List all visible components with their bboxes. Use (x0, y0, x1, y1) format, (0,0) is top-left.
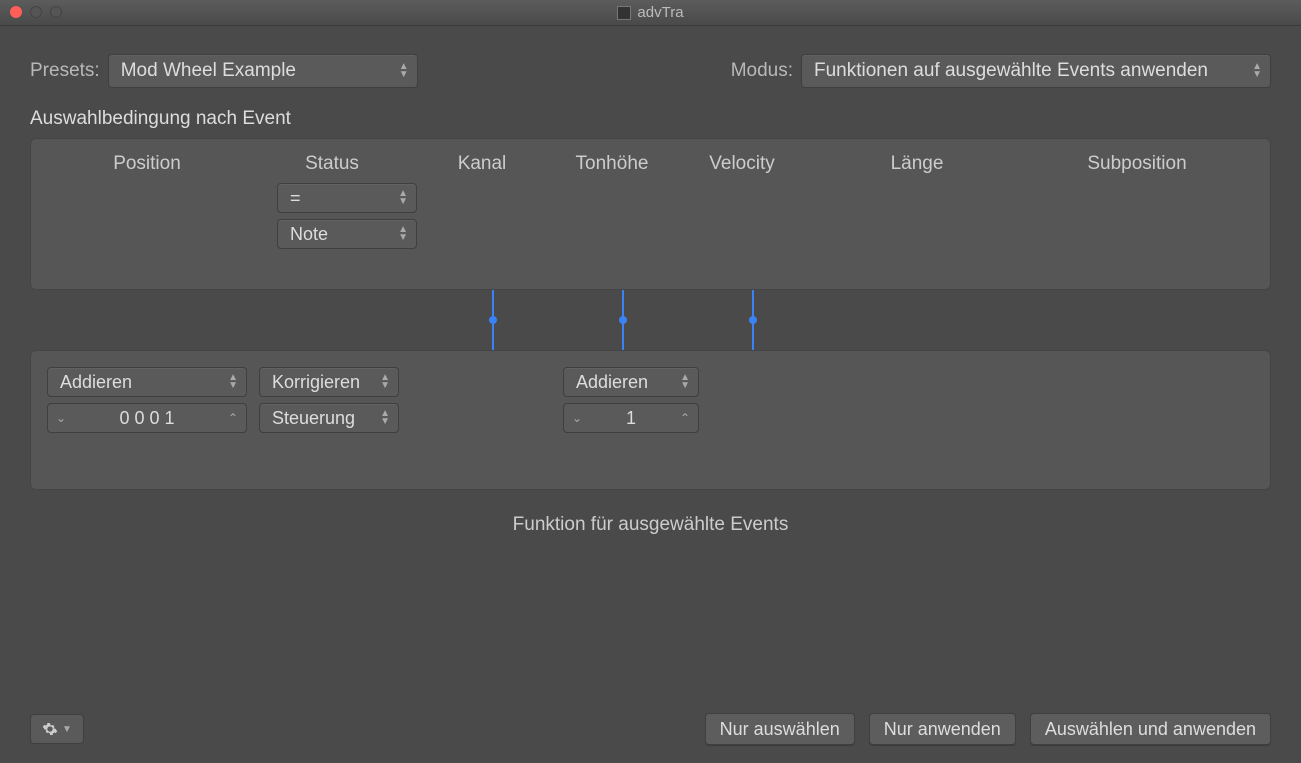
apply-only-button[interactable]: Nur anwenden (869, 713, 1016, 745)
connector-kanal[interactable] (492, 290, 494, 350)
header-velocity: Velocity (677, 153, 807, 175)
minimize-icon[interactable] (30, 6, 42, 18)
chevron-up-down-icon: ▲▼ (228, 374, 238, 390)
op3-value: Addieren (576, 372, 648, 393)
status-type-select[interactable]: Note ▲▼ (277, 219, 417, 249)
presets-select[interactable]: Mod Wheel Example ▲▼ (108, 54, 418, 88)
chevron-up-down-icon: ▲▼ (1252, 63, 1262, 79)
top-row: Presets: Mod Wheel Example ▲▼ Modus: Fun… (0, 26, 1301, 108)
op3-number: 1 (590, 408, 672, 429)
header-laenge: Länge (807, 153, 1027, 175)
chevron-up-down-icon: ▲▼ (680, 374, 690, 390)
header-kanal: Kanal (417, 153, 547, 175)
header-subposition: Subposition (1027, 153, 1247, 175)
operations-panel: Addieren ▲▼ ⌄ 0 0 0 1 ⌃ Korrigieren ▲▼ S… (30, 350, 1271, 490)
chevron-up-down-icon: ▲▼ (398, 190, 408, 206)
zoom-icon[interactable] (50, 6, 62, 18)
op1-value-field[interactable]: ⌄ 0 0 0 1 ⌃ (47, 403, 247, 433)
settings-menu-button[interactable]: ▼ (30, 714, 84, 744)
op2-value-select[interactable]: Steuerung ▲▼ (259, 403, 399, 433)
op1-number: 0 0 0 1 (74, 408, 220, 429)
select-and-apply-button[interactable]: Auswählen und anwenden (1030, 713, 1271, 745)
presets-label: Presets: (30, 60, 100, 82)
modus-value: Funktionen auf ausgewählte Events anwend… (814, 60, 1208, 82)
window-title: advTra (617, 4, 683, 21)
header-tonhoehe: Tonhöhe (547, 153, 677, 175)
op2-value: Korrigieren (272, 372, 360, 393)
condition-headers: Position Status Kanal Tonhöhe Velocity L… (47, 153, 1254, 175)
op2-select[interactable]: Korrigieren ▲▼ (259, 367, 399, 397)
increment-icon[interactable]: ⌃ (672, 411, 698, 425)
condition-section-label: Auswahlbedingung nach Event (0, 108, 1301, 130)
header-status: Status (247, 153, 417, 175)
footer: ▼ Nur auswählen Nur anwenden Auswählen u… (0, 713, 1301, 745)
presets-value: Mod Wheel Example (121, 60, 296, 82)
header-position: Position (47, 153, 247, 175)
op1-value: Addieren (60, 372, 132, 393)
connector-dot (749, 316, 757, 324)
app-icon (617, 6, 631, 20)
connectors (30, 290, 1271, 350)
op1-select[interactable]: Addieren ▲▼ (47, 367, 247, 397)
status-operator-select[interactable]: = ▲▼ (277, 183, 417, 213)
connector-velocity[interactable] (752, 290, 754, 350)
op3-select[interactable]: Addieren ▲▼ (563, 367, 699, 397)
chevron-up-down-icon: ▲▼ (380, 374, 390, 390)
gear-icon (42, 721, 58, 737)
select-only-button[interactable]: Nur auswählen (705, 713, 855, 745)
window-title-text: advTra (637, 4, 683, 21)
condition-panel: Position Status Kanal Tonhöhe Velocity L… (30, 138, 1271, 290)
connector-tonhoehe[interactable] (622, 290, 624, 350)
op2-value-text: Steuerung (272, 408, 355, 429)
chevron-down-icon: ▼ (62, 724, 72, 735)
decrement-icon[interactable]: ⌄ (48, 411, 74, 425)
chevron-up-down-icon: ▲▼ (398, 226, 408, 242)
modus-label: Modus: (731, 60, 793, 82)
status-type-value: Note (290, 224, 328, 245)
op3-value-field[interactable]: ⌄ 1 ⌃ (563, 403, 699, 433)
status-operator-value: = (290, 188, 301, 209)
modus-select[interactable]: Funktionen auf ausgewählte Events anwend… (801, 54, 1271, 88)
chevron-up-down-icon: ▲▼ (380, 410, 390, 426)
connector-dot (489, 316, 497, 324)
operations-section-label: Funktion für ausgewählte Events (0, 514, 1301, 536)
connector-dot (619, 316, 627, 324)
increment-icon[interactable]: ⌃ (220, 411, 246, 425)
window-controls (10, 6, 62, 18)
titlebar: advTra (0, 0, 1301, 26)
chevron-up-down-icon: ▲▼ (399, 63, 409, 79)
close-icon[interactable] (10, 6, 22, 18)
decrement-icon[interactable]: ⌄ (564, 411, 590, 425)
